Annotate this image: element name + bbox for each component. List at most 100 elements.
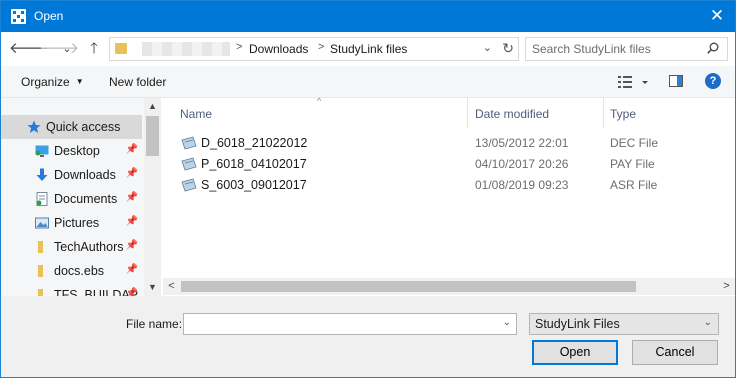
navigation-pane: Quick access Desktop 📌 Downloads 📌 Docum… <box>1 98 161 296</box>
open-button[interactable]: Open <box>532 340 618 365</box>
file-type-filter-select[interactable]: StudyLink Files ⌄ <box>529 313 719 335</box>
file-row[interactable]: D_6018_21022012 13/05/2012 22:01 DEC Fil… <box>173 133 731 154</box>
refresh-icon[interactable]: ↻ <box>502 40 514 57</box>
column-header-label: Name <box>180 107 213 121</box>
breadcrumb-separator[interactable]: > <box>236 41 242 53</box>
desktop-icon <box>35 145 49 157</box>
sidebar-item-quick-access[interactable]: Quick access <box>1 115 142 139</box>
breadcrumb-studylink-files[interactable]: StudyLink files <box>330 42 407 56</box>
scroll-down-icon[interactable]: ▼ <box>144 279 161 296</box>
pin-icon[interactable]: 📌 <box>126 264 138 275</box>
breadcrumb-separator[interactable]: > <box>318 41 324 53</box>
open-dialog: Open ✕ 🡐 🡒 ⌄ 🡑 > Downloads > StudyLink f… <box>0 0 736 378</box>
chevron-down-icon[interactable]: ⌄ <box>503 317 511 328</box>
file-name-input[interactable] <box>188 317 488 331</box>
breadcrumb-downloads[interactable]: Downloads <box>249 42 308 56</box>
file-name: D_6018_21022012 <box>201 136 308 150</box>
navigation-scrollbar[interactable]: ▲ ▼ <box>144 98 161 296</box>
file-type: ASR File <box>610 178 658 192</box>
scrollbar-thumb[interactable] <box>181 281 636 292</box>
close-icon[interactable]: ✕ <box>707 6 727 26</box>
folder-icon <box>115 43 127 54</box>
organize-button[interactable]: Organize ▼ <box>21 75 84 89</box>
chevron-down-icon: ▼ <box>75 77 84 86</box>
address-dropdown-icon[interactable]: ⌄ <box>483 41 492 54</box>
horizontal-scrollbar[interactable]: < > <box>163 278 735 295</box>
search-input[interactable] <box>532 41 702 57</box>
recent-locations-icon[interactable]: ⌄ <box>61 38 73 60</box>
file-type: PAY File <box>610 157 655 171</box>
pin-icon[interactable]: 📌 <box>126 288 138 296</box>
sidebar-item-label: Desktop <box>54 144 100 158</box>
sidebar-item-desktop[interactable]: Desktop 📌 <box>1 139 142 163</box>
scrollbar-thumb[interactable] <box>146 116 159 156</box>
chevron-down-icon: ⌄ <box>703 317 712 328</box>
column-header-label: Date modified <box>475 107 550 121</box>
file-name: S_6003_09012017 <box>201 178 307 192</box>
address-row: 🡐 🡒 ⌄ 🡑 > Downloads > StudyLink files ⌄ … <box>1 32 735 66</box>
toolbar: Organize ▼ New folder ? <box>1 66 735 98</box>
sidebar-item-label: TechAuthors <box>54 240 124 254</box>
sort-ascending-icon: ^ <box>317 98 322 106</box>
scroll-left-icon[interactable]: < <box>163 278 180 295</box>
address-bar[interactable]: > Downloads > StudyLink files ⌄ ↻ <box>109 37 519 61</box>
file-icon <box>181 136 197 150</box>
title-bar: Open ✕ <box>1 1 735 32</box>
column-header-label: Type <box>610 107 637 121</box>
forward-arrow-icon[interactable]: 🡒 <box>39 38 79 60</box>
up-arrow-icon[interactable]: 🡑 <box>83 38 105 60</box>
sidebar-item-downloads[interactable]: Downloads 📌 <box>1 163 142 187</box>
column-header-name[interactable]: ^ Name <box>163 98 468 128</box>
file-row[interactable]: P_6018_04102017 04/10/2017 20:26 PAY Fil… <box>173 154 731 175</box>
change-view-icon[interactable] <box>617 74 651 90</box>
search-box[interactable] <box>525 37 728 61</box>
file-type-filter-value: StudyLink Files <box>535 317 620 331</box>
back-arrow-icon[interactable]: 🡐 <box>9 38 49 60</box>
redacted-path <box>142 42 230 56</box>
dialog-footer: File name: ⌄ StudyLink Files ⌄ Open Canc… <box>1 296 735 377</box>
file-list: ^ Name Date modified Type D_6018_2102201… <box>163 98 735 296</box>
column-header-date-modified[interactable]: Date modified <box>468 98 604 128</box>
pin-icon[interactable]: 📌 <box>126 144 138 155</box>
sidebar-item-label: Documents <box>54 192 118 206</box>
help-icon[interactable]: ? <box>705 73 721 89</box>
file-icon <box>181 178 197 192</box>
sidebar-item-label: Downloads <box>54 168 116 182</box>
sidebar-item-label: Quick access <box>46 120 121 134</box>
sidebar-item-label: docs.ebs <box>54 264 105 278</box>
file-row[interactable]: S_6003_09012017 01/08/2019 09:23 ASR Fil… <box>173 175 731 196</box>
sidebar-item-docs-ebs[interactable]: docs.ebs 📌 <box>1 259 142 283</box>
pin-icon[interactable]: 📌 <box>126 168 138 179</box>
file-name-combobox[interactable]: ⌄ <box>183 313 517 335</box>
star-icon <box>27 120 41 133</box>
preview-pane-icon[interactable] <box>669 75 683 87</box>
file-date-modified: 01/08/2019 09:23 <box>475 178 569 192</box>
folder-icon <box>38 241 43 253</box>
documents-icon <box>36 192 48 206</box>
file-date-modified: 04/10/2017 20:26 <box>475 157 569 171</box>
pin-icon[interactable]: 📌 <box>126 240 138 251</box>
pin-icon[interactable]: 📌 <box>126 216 138 227</box>
file-icon <box>181 157 197 171</box>
sidebar-item-techauthors[interactable]: TechAuthors 📌 <box>1 235 142 259</box>
scroll-up-icon[interactable]: ▲ <box>144 98 161 115</box>
file-date-modified: 13/05/2012 22:01 <box>475 136 569 150</box>
sidebar-item-documents[interactable]: Documents 📌 <box>1 187 142 211</box>
column-header-type[interactable]: Type <box>604 98 735 128</box>
sidebar-item-tfs-buildap[interactable]: TFS_BUILDAP 📌 <box>1 283 142 296</box>
sidebar-item-pictures[interactable]: Pictures 📌 <box>1 211 142 235</box>
app-icon <box>11 9 26 24</box>
pictures-icon <box>35 217 49 229</box>
organize-label: Organize <box>21 75 70 89</box>
cancel-button[interactable]: Cancel <box>632 340 718 365</box>
new-folder-button[interactable]: New folder <box>109 75 166 89</box>
pin-icon[interactable]: 📌 <box>126 192 138 203</box>
folder-icon <box>38 265 43 277</box>
download-icon <box>36 168 48 181</box>
folder-icon <box>38 289 43 296</box>
scroll-right-icon[interactable]: > <box>718 278 735 295</box>
search-icon[interactable] <box>707 42 719 54</box>
window-title: Open <box>34 9 64 23</box>
file-name: P_6018_04102017 <box>201 157 307 171</box>
sidebar-item-label: Pictures <box>54 216 100 230</box>
